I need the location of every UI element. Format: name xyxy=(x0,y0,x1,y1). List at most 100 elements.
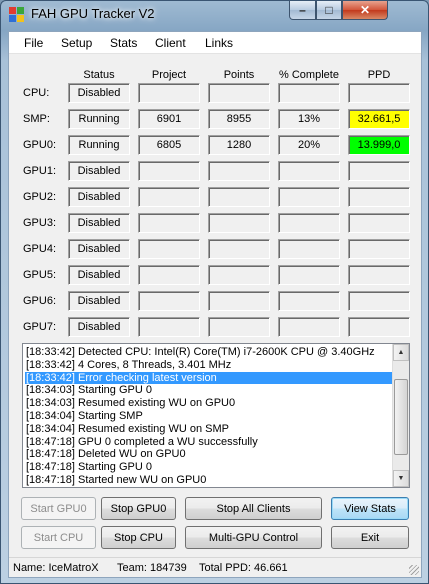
log-line[interactable]: [18:33:42] Error checking latest version xyxy=(24,370,394,386)
gpu6-complete-cell xyxy=(278,291,340,311)
window-title: FAH GPU Tracker V2 xyxy=(31,6,155,21)
gpu6-points-cell xyxy=(208,291,270,311)
stop-gpu0-button[interactable]: Stop GPU0 xyxy=(101,497,176,520)
stop-all-clients-button[interactable]: Stop All Clients xyxy=(185,497,322,520)
col-header-status: Status xyxy=(83,69,115,81)
log-line[interactable]: [18:47:18] Started new WU on GPU0 xyxy=(25,474,393,487)
menu-bar: File Setup Stats Client Links xyxy=(9,32,421,54)
gpu7-points-cell xyxy=(208,317,270,337)
view-stats-button[interactable]: View Stats xyxy=(331,497,409,520)
gpu3-status-cell: Disabled xyxy=(68,213,130,233)
cpu-complete-cell xyxy=(278,83,340,103)
menu-stats[interactable]: Stats xyxy=(110,36,137,50)
gpu5-complete-cell xyxy=(278,265,340,285)
stop-cpu-button[interactable]: Stop CPU xyxy=(101,526,176,549)
log-line[interactable]: [18:34:03] Resumed existing WU on GPU0 xyxy=(25,397,393,410)
log-line[interactable]: [18:33:42] Detected CPU: Intel(R) Core(T… xyxy=(25,346,393,359)
scroll-down-arrow-icon[interactable]: ▼ xyxy=(393,470,409,487)
gpu0-status-cell: Running xyxy=(68,135,130,155)
gpu6-project-cell xyxy=(138,291,200,311)
status-bar: Name: IceMatroX Team: 184739 Total PPD: … xyxy=(9,557,421,577)
menu-client[interactable]: Client xyxy=(155,36,186,50)
gpu2-project-cell xyxy=(138,187,200,207)
gpu6-ppd-cell xyxy=(348,291,410,311)
gpu3-complete-cell xyxy=(278,213,340,233)
cpu-ppd-cell xyxy=(348,83,410,103)
menu-setup[interactable]: Setup xyxy=(61,36,92,50)
log-listbox[interactable]: [18:33:42] Detected CPU: Intel(R) Core(T… xyxy=(22,343,410,488)
start-gpu0-button[interactable]: Start GPU0 xyxy=(21,497,96,520)
gpu6-status-cell: Disabled xyxy=(68,291,130,311)
gpu7-complete-cell xyxy=(278,317,340,337)
gpu0-points-cell: 1280 xyxy=(208,135,270,155)
row-label-gpu7: GPU7: xyxy=(23,321,57,333)
row-label-gpu6: GPU6: xyxy=(23,295,57,307)
log-line[interactable]: [18:47:18] Deleted WU on GPU0 xyxy=(25,448,393,461)
gpu2-ppd-cell xyxy=(348,187,410,207)
row-label-gpu1: GPU1: xyxy=(23,165,57,177)
start-cpu-button[interactable]: Start CPU xyxy=(21,526,96,549)
exit-button[interactable]: Exit xyxy=(331,526,409,549)
col-header-ppd: PPD xyxy=(367,69,391,81)
gpu4-project-cell xyxy=(138,239,200,259)
menu-file[interactable]: File xyxy=(24,36,43,50)
maximize-button[interactable]: □ xyxy=(316,1,342,20)
gpu3-ppd-cell xyxy=(348,213,410,233)
cpu-status-cell: Disabled xyxy=(68,83,130,103)
status-name: Name: IceMatroX xyxy=(13,562,99,574)
gpu1-complete-cell xyxy=(278,161,340,181)
minimize-button[interactable]: – xyxy=(289,1,316,20)
gpu5-points-cell xyxy=(208,265,270,285)
log-scrollbar[interactable]: ▲ ▼ xyxy=(392,344,409,487)
smp-points-cell: 8955 xyxy=(208,109,270,129)
log-line[interactable]: [18:33:42] 4 Cores, 8 Threads, 3.401 MHz xyxy=(25,359,393,372)
status-total-ppd: Total PPD: 46.661 xyxy=(199,562,288,574)
close-button[interactable]: ✕ xyxy=(342,1,388,20)
menu-links[interactable]: Links xyxy=(205,36,233,50)
log-line[interactable]: [18:34:04] Starting SMP xyxy=(25,410,393,423)
cpu-project-cell xyxy=(138,83,200,103)
gpu7-status-cell: Disabled xyxy=(68,317,130,337)
title-bar[interactable]: FAH GPU Tracker V2 – □ ✕ xyxy=(1,1,428,27)
client-area: File Setup Stats Client Links Status Proj… xyxy=(8,31,422,578)
resize-grip-icon[interactable] xyxy=(409,565,419,575)
gpu1-points-cell xyxy=(208,161,270,181)
col-header-project: Project xyxy=(151,69,187,81)
row-label-gpu5: GPU5: xyxy=(23,269,57,281)
gpu0-project-cell: 6805 xyxy=(138,135,200,155)
multi-gpu-control-button[interactable]: Multi-GPU Control xyxy=(185,526,322,549)
gpu5-ppd-cell xyxy=(348,265,410,285)
app-icon[interactable] xyxy=(9,7,25,23)
smp-project-cell: 6901 xyxy=(138,109,200,129)
row-label-gpu0: GPU0: xyxy=(23,139,57,151)
row-label-gpu2: GPU2: xyxy=(23,191,57,203)
smp-complete-cell: 13% xyxy=(278,109,340,129)
gpu0-ppd-cell: 13.999,0 xyxy=(348,135,410,155)
gpu7-project-cell xyxy=(138,317,200,337)
gpu4-points-cell xyxy=(208,239,270,259)
minimize-icon: – xyxy=(299,3,306,17)
gpu4-ppd-cell xyxy=(348,239,410,259)
gpu4-complete-cell xyxy=(278,239,340,259)
close-icon: ✕ xyxy=(359,3,371,17)
log-line[interactable]: [18:34:03] Starting GPU 0 xyxy=(25,384,393,397)
smp-status-cell: Running xyxy=(68,109,130,129)
row-label-gpu3: GPU3: xyxy=(23,217,57,229)
maximize-icon: □ xyxy=(325,3,333,17)
log-line[interactable]: [18:47:18] GPU 0 completed a WU successf… xyxy=(25,436,393,449)
gpu3-points-cell xyxy=(208,213,270,233)
gpu5-project-cell xyxy=(138,265,200,285)
gpu5-status-cell: Disabled xyxy=(68,265,130,285)
row-label-cpu: CPU: xyxy=(23,87,50,99)
scroll-thumb[interactable] xyxy=(394,379,408,456)
gpu1-ppd-cell xyxy=(348,161,410,181)
log-line[interactable]: [18:47:18] Starting GPU 0 xyxy=(25,461,393,474)
col-header-complete: % Complete xyxy=(279,69,339,81)
app-window: FAH GPU Tracker V2 – □ ✕ File Setup Stat… xyxy=(0,0,429,584)
gpu1-status-cell: Disabled xyxy=(68,161,130,181)
log-line[interactable]: [18:34:04] Resumed existing WU on SMP xyxy=(25,423,393,436)
gpu1-project-cell xyxy=(138,161,200,181)
gpu0-complete-cell: 20% xyxy=(278,135,340,155)
scroll-up-arrow-icon[interactable]: ▲ xyxy=(393,344,409,361)
log-lines: [18:33:42] Detected CPU: Intel(R) Core(T… xyxy=(24,346,394,487)
